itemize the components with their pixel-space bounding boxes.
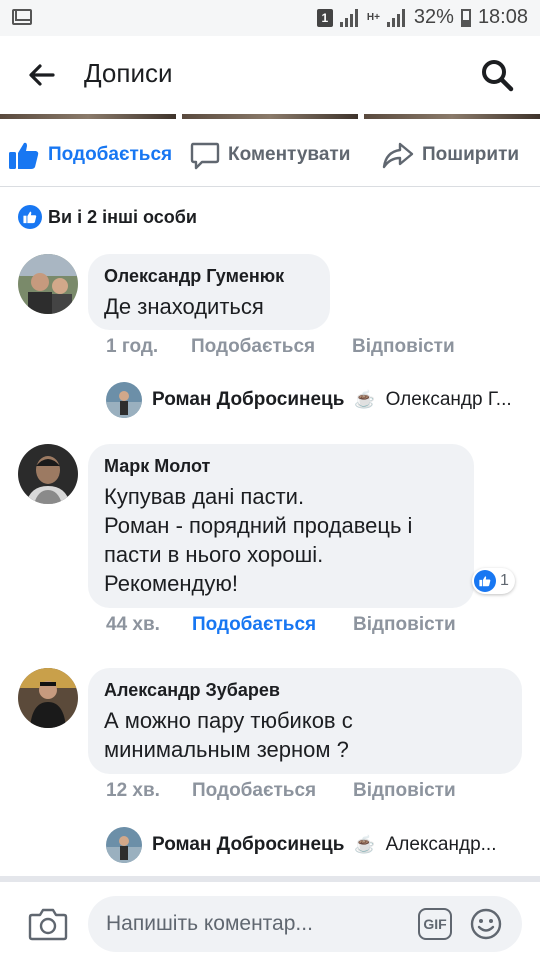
post-actions: Подобається Коментувати Поширити <box>0 126 540 182</box>
reply-author: Роман Добросинець <box>152 834 345 855</box>
comment-time: 44 хв. <box>106 614 160 635</box>
battery-icon <box>460 8 471 27</box>
comment-text: Купував дані пасти. Роман - порядний про… <box>104 482 458 598</box>
emoji-icon[interactable] <box>470 908 502 940</box>
search-icon[interactable] <box>480 58 514 92</box>
divider <box>0 186 540 187</box>
like-reaction-icon <box>474 570 496 592</box>
share-button[interactable]: Поширити <box>382 140 519 170</box>
sim-icon: 1 <box>316 8 333 27</box>
reply-text: Олександр Г... <box>385 389 512 410</box>
like-label: Подобається <box>48 144 173 165</box>
comment-like-button[interactable]: Подобається <box>192 780 316 802</box>
comment-author[interactable]: Олександр Гуменюк <box>104 264 314 288</box>
avatar <box>106 827 142 863</box>
share-icon <box>382 142 414 169</box>
back-arrow-icon[interactable] <box>26 60 56 90</box>
comment-line: Роман - порядний продавець і <box>104 513 413 538</box>
coffee-icon: ☕ <box>354 835 376 854</box>
comment-composer: Напишіть коментар... GIF <box>0 876 540 966</box>
status-right: 1 H+ 32% 18:08 <box>316 6 528 29</box>
comment-text: А можно пару тюбиков с минимальным зерно… <box>104 706 506 764</box>
comment-time: 12 хв. <box>106 780 160 801</box>
comment-author[interactable]: Александр Зубарев <box>104 678 506 702</box>
comment-icon <box>190 142 220 170</box>
comment-like-button[interactable]: Подобається <box>191 336 315 358</box>
comment-author[interactable]: Марк Молот <box>104 454 458 478</box>
reply-text: Александр... <box>385 834 497 855</box>
comment-line: пасти в нього хороші. <box>104 542 324 567</box>
network-type: H+ <box>366 12 380 23</box>
like-count: 1 <box>500 572 509 589</box>
comment-line: минимальным зерном ? <box>104 737 349 762</box>
avatar[interactable] <box>18 668 78 728</box>
gmail-notification-icon <box>12 9 32 25</box>
app-bar: Дописи <box>0 36 540 114</box>
comment-line: Купував дані пасти. <box>104 484 305 509</box>
comment-input[interactable]: Напишіть коментар... GIF <box>88 896 522 952</box>
comment-label: Коментувати <box>228 144 351 165</box>
comment-text: Де знаходиться <box>104 294 264 319</box>
comment-input-placeholder: Напишіть коментар... <box>106 912 313 935</box>
camera-icon[interactable] <box>28 906 68 942</box>
signal-icon-2 <box>386 8 407 27</box>
avatar <box>106 382 142 418</box>
comment-line: А можно пару тюбиков с <box>104 708 353 733</box>
page-title: Дописи <box>84 58 173 88</box>
avatar[interactable] <box>18 254 78 314</box>
gif-button[interactable]: GIF <box>418 908 452 940</box>
comment-button[interactable]: Коментувати <box>190 140 350 170</box>
comment-bubble[interactable]: Марк Молот Купував дані пасти. Роман - п… <box>88 444 474 608</box>
reply-preview[interactable]: Роман Добросинець ☕ Олександр Г... <box>106 382 512 418</box>
comment-reply-button[interactable]: Відповісти <box>353 614 456 636</box>
signal-icon <box>339 8 360 27</box>
clock: 18:08 <box>477 6 528 28</box>
reaction-summary-text: Ви і 2 інші особи <box>48 206 197 227</box>
battery-percent: 32% <box>413 6 454 28</box>
coffee-icon: ☕ <box>354 390 376 409</box>
comment-line: Рекомендую! <box>104 571 239 596</box>
photo-strip-1 <box>0 114 176 119</box>
comment-bubble[interactable]: Олександр Гуменюк Де знаходиться <box>88 254 330 330</box>
thumbs-up-icon <box>9 142 39 169</box>
reaction-summary[interactable]: Ви і 2 інші особи <box>18 205 197 229</box>
comment-bubble[interactable]: Александр Зубарев А можно пару тюбиков с… <box>88 668 522 774</box>
reply-author: Роман Добросинець <box>152 389 345 410</box>
comment-time: 1 год. <box>106 336 159 357</box>
photo-strip-3 <box>364 114 540 119</box>
comment-reply-button[interactable]: Відповісти <box>352 336 455 358</box>
comment-reply-button[interactable]: Відповісти <box>353 780 456 802</box>
like-button[interactable]: Подобається <box>8 140 172 170</box>
status-bar: 1 H+ 32% 18:08 <box>0 0 540 36</box>
photo-strip-2 <box>182 114 358 119</box>
avatar[interactable] <box>18 444 78 504</box>
comment-like-count[interactable]: 1 <box>472 568 515 594</box>
like-reaction-icon <box>18 205 42 229</box>
share-label: Поширити <box>422 144 520 165</box>
comment-like-button[interactable]: Подобається <box>192 614 316 636</box>
reply-preview[interactable]: Роман Добросинець ☕ Александр... <box>106 827 496 863</box>
